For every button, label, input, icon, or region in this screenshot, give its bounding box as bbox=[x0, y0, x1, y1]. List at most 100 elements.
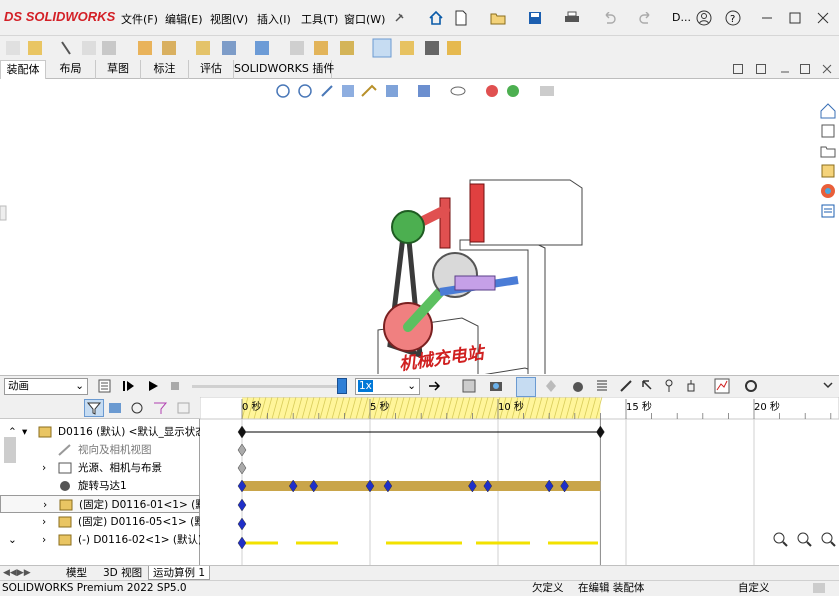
tab-evaluate[interactable]: 评估 bbox=[189, 60, 234, 79]
motor-icon[interactable] bbox=[570, 379, 586, 396]
calculate-icon[interactable] bbox=[98, 379, 112, 396]
tab-3d-views[interactable]: 3D 视图 bbox=[99, 566, 146, 580]
autokey-toggle[interactable] bbox=[516, 377, 536, 397]
tree-item-part-d0116-01[interactable]: › (固定) D0116-01<1> (默认 bbox=[0, 495, 216, 514]
status-customize-icon[interactable] bbox=[812, 582, 826, 599]
move-component-icon bbox=[138, 41, 152, 55]
document-tabs: ◀◀▶▶ 模型 3D 视图 运动算例 1 bbox=[0, 565, 839, 580]
solidworks-logo[interactable]: DS SOLIDWORKS bbox=[4, 9, 115, 24]
results-plots-icon[interactable] bbox=[714, 378, 730, 397]
undo-icon[interactable] bbox=[598, 7, 620, 29]
play-from-start-icon[interactable] bbox=[123, 380, 135, 395]
chevron-right-icon[interactable]: › bbox=[42, 513, 46, 531]
tab-motion-study-1[interactable]: 运动算例 1 bbox=[148, 566, 211, 580]
menu-view[interactable]: 视图(V) bbox=[210, 11, 248, 27]
motion-study-properties-icon[interactable] bbox=[744, 379, 758, 396]
print-icon[interactable] bbox=[561, 7, 583, 29]
previous-view-icon bbox=[321, 85, 333, 97]
tab-layout[interactable]: 布局 bbox=[46, 60, 96, 79]
playback-slider[interactable] bbox=[192, 385, 342, 388]
study-type-select[interactable]: 动画 ⌄ bbox=[4, 378, 88, 395]
redo-icon[interactable] bbox=[635, 7, 657, 29]
filter-results-icon[interactable] bbox=[152, 401, 168, 418]
menu-insert[interactable]: 插入(I) bbox=[257, 11, 291, 27]
hide-show-items-icon bbox=[450, 86, 466, 96]
gravity-icon[interactable] bbox=[641, 379, 655, 396]
mechanical-charging-station-model: 机械充电站 bbox=[377, 179, 583, 374]
tree-filter-bar bbox=[0, 397, 200, 419]
tree-scrollbar-thumb[interactable] bbox=[4, 437, 16, 463]
chevron-down-icon[interactable]: ▾ bbox=[22, 423, 27, 441]
force-icon[interactable] bbox=[663, 379, 675, 396]
design-library-icon[interactable] bbox=[819, 122, 839, 142]
zoom-to-fit-timeline-icon[interactable] bbox=[820, 531, 836, 550]
tab-markup[interactable]: 标注 bbox=[141, 60, 189, 79]
minimize-icon[interactable] bbox=[756, 7, 778, 29]
playback-mode-icon[interactable] bbox=[428, 380, 442, 395]
scroll-down-icon[interactable]: ⌄ bbox=[8, 531, 17, 549]
pane-minimize-icon[interactable] bbox=[780, 64, 790, 77]
view-palette-icon[interactable] bbox=[819, 162, 839, 182]
playback-speed-select[interactable]: 1x ⌄ bbox=[355, 378, 420, 395]
zoom-out-timeline-icon[interactable] bbox=[772, 531, 788, 550]
spring-icon[interactable] bbox=[596, 379, 608, 396]
filter-selected-icon[interactable] bbox=[130, 401, 146, 418]
chevron-right-icon[interactable]: › bbox=[42, 531, 46, 549]
pane-close-icon[interactable] bbox=[822, 64, 832, 77]
tree-item-part-d0116-05[interactable]: › (固定) D0116-05<1> (默认 bbox=[0, 513, 215, 531]
contact-icon[interactable] bbox=[619, 379, 633, 396]
motion-timeline[interactable]: 0 秒 5 秒 10 秒 15 秒 20 秒 bbox=[200, 397, 839, 565]
stop-icon[interactable] bbox=[170, 381, 180, 394]
save-animation-icon[interactable] bbox=[462, 379, 476, 396]
tree-root-assembly[interactable]: ⌃ ▾ D0116 (默认) <默认_显示状态 bbox=[0, 423, 206, 441]
menu-edit[interactable]: 编辑(E) bbox=[165, 11, 203, 27]
zoom-in-timeline-icon[interactable] bbox=[796, 531, 812, 550]
menu-window[interactable]: 窗口(W) bbox=[344, 11, 385, 27]
tick-label-0: 0 秒 bbox=[242, 402, 262, 413]
status-units[interactable]: 自定义 bbox=[738, 581, 770, 596]
user-icon[interactable] bbox=[693, 7, 715, 29]
tree-item-part-d0116-02[interactable]: ⌄ › (-) D0116-02<1> (默认) bbox=[0, 531, 202, 549]
file-explorer-icon[interactable] bbox=[819, 142, 839, 162]
help-icon[interactable]: ? bbox=[722, 7, 744, 29]
open-folder-icon[interactable] bbox=[487, 7, 509, 29]
tab-assembly[interactable]: 装配体 bbox=[0, 60, 46, 79]
close-icon[interactable] bbox=[812, 7, 834, 29]
tab-sketch[interactable]: 草图 bbox=[96, 60, 141, 79]
new-document-icon[interactable] bbox=[450, 7, 472, 29]
menu-tools[interactable]: 工具(T) bbox=[301, 11, 338, 27]
filter-animated-icon[interactable] bbox=[84, 399, 104, 417]
pin-icon[interactable] bbox=[388, 7, 410, 29]
search-truncated[interactable]: D... bbox=[672, 11, 691, 24]
maximize-icon[interactable] bbox=[784, 7, 806, 29]
appearances-scenes-icon[interactable] bbox=[819, 182, 839, 202]
save-icon[interactable] bbox=[524, 7, 546, 29]
collapse-motion-manager-icon[interactable] bbox=[822, 379, 834, 394]
tab-solidworks-addins[interactable]: SOLIDWORKS 插件 bbox=[234, 60, 334, 79]
tab-scroll-arrows-icon[interactable]: ◀◀▶▶ bbox=[3, 568, 31, 578]
chevron-right-icon[interactable]: › bbox=[43, 496, 47, 514]
animation-wizard-icon[interactable] bbox=[489, 379, 503, 396]
menu-file[interactable]: 文件(F) bbox=[121, 11, 158, 27]
home-icon[interactable] bbox=[425, 7, 447, 29]
tree-item-rotary-motor[interactable]: 旋转马达1 bbox=[0, 477, 200, 495]
smart-fasteners-icon bbox=[102, 41, 116, 55]
play-icon[interactable] bbox=[147, 380, 159, 395]
add-update-key-icon[interactable] bbox=[544, 379, 558, 396]
tab-model[interactable]: 模型 bbox=[62, 566, 91, 580]
pane-restore-icon[interactable] bbox=[733, 64, 743, 77]
pane-split-icon[interactable] bbox=[756, 64, 766, 77]
custom-properties-icon[interactable] bbox=[819, 202, 839, 222]
tree-item-camera-views[interactable]: 视向及相机视图 bbox=[0, 441, 200, 459]
apply-scene-icon bbox=[507, 85, 519, 97]
playback-slider-thumb[interactable] bbox=[337, 378, 347, 394]
tree-item-lights-cameras[interactable]: › 光源、相机与布景 bbox=[0, 459, 200, 477]
solidworks-resources-icon[interactable] bbox=[819, 102, 839, 122]
expand-all-icon[interactable] bbox=[176, 401, 192, 418]
pane-maximize-icon[interactable] bbox=[800, 64, 810, 77]
chevron-right-icon[interactable]: › bbox=[42, 459, 46, 477]
graphics-area[interactable]: 机械充电站 bbox=[0, 80, 839, 374]
filter-driving-icon[interactable] bbox=[108, 401, 124, 418]
damper-icon[interactable] bbox=[685, 379, 697, 396]
key-assembly-start bbox=[237, 425, 247, 439]
